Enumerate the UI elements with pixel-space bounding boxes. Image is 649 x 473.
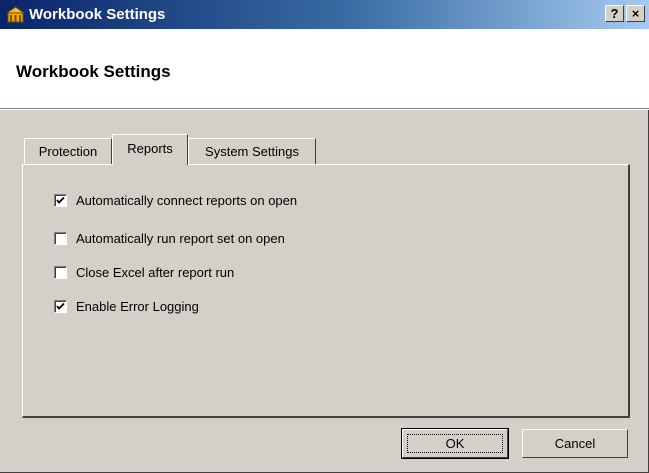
close-button[interactable]: × — [626, 5, 645, 22]
error-logging-label: Enable Error Logging — [76, 299, 199, 314]
auto-connect-label: Automatically connect reports on open — [76, 193, 298, 208]
error-logging-checkbox[interactable] — [54, 300, 67, 313]
tab-protection[interactable]: Protection — [24, 138, 112, 164]
close-excel-label: Close Excel after report run — [76, 265, 235, 280]
building-icon — [6, 6, 24, 24]
reports-tab-panel: Automatically connect reports on open Au… — [22, 164, 630, 418]
cancel-button-label: Cancel — [554, 436, 596, 451]
tab-reports[interactable]: Reports — [112, 134, 188, 165]
option-close-excel[interactable]: Close Excel after report run — [54, 265, 234, 280]
title-bar[interactable]: Workbook Settings ? × — [0, 0, 649, 29]
cancel-button[interactable]: Cancel — [522, 429, 628, 458]
option-auto-connect[interactable]: Automatically connect reports on open — [54, 193, 297, 208]
ok-button[interactable]: OK — [401, 428, 509, 459]
auto-run-label: Automatically run report set on open — [76, 231, 285, 246]
auto-run-checkbox[interactable] — [54, 232, 67, 245]
close-excel-checkbox[interactable] — [54, 266, 67, 279]
option-error-logging[interactable]: Enable Error Logging — [54, 299, 199, 314]
tab-label: System Settings — [205, 144, 299, 159]
tab-label: Protection — [38, 144, 98, 159]
workbook-settings-dialog: Workbook Settings ? × Workbook Settings … — [0, 0, 649, 473]
help-button[interactable]: ? — [605, 5, 624, 22]
window-title: Workbook Settings — [29, 6, 166, 23]
page-title: Workbook Settings — [16, 62, 171, 81]
tab-label: Reports — [127, 141, 173, 156]
auto-connect-checkbox[interactable] — [54, 194, 67, 207]
header-panel: Workbook Settings — [0, 29, 649, 109]
option-auto-run[interactable]: Automatically run report set on open — [54, 231, 285, 246]
tab-system-settings[interactable]: System Settings — [188, 138, 316, 164]
